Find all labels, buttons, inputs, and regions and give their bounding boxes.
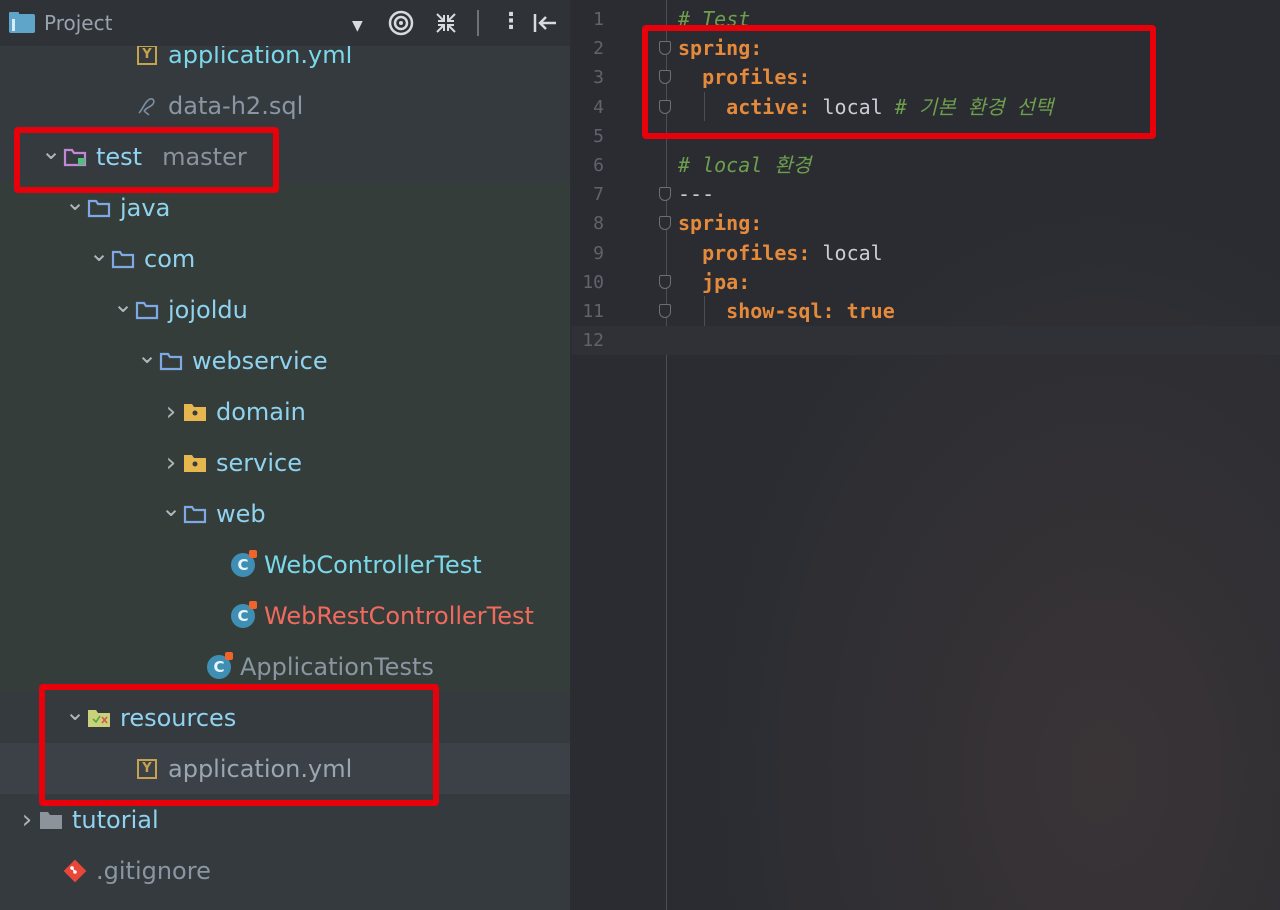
line-number: 11: [582, 301, 604, 322]
tree-item[interactable]: › service: [0, 437, 570, 488]
tree-item-label: data-h2.sql: [168, 91, 304, 120]
line-number: 5: [593, 126, 604, 147]
tree-item[interactable]: ⌄ com: [0, 233, 570, 284]
folder-icon: [134, 298, 160, 322]
code-text: jpa:: [678, 268, 750, 297]
code-token: ---: [678, 182, 715, 206]
code-line: 10 jpa:: [572, 268, 1280, 297]
project-toolbar: Project ▼ ⋮: [0, 0, 570, 46]
code-line: 11 show-sql: true: [572, 297, 1280, 326]
tree-item[interactable]: .gitignore: [0, 845, 570, 896]
chevron-right-icon[interactable]: ›: [160, 448, 182, 478]
code-token: true: [834, 299, 895, 323]
gray-folder-icon: [38, 808, 64, 832]
tree-item-label: WebRestControllerTest: [264, 601, 534, 630]
tree-item[interactable]: C WebRestControllerTest: [0, 590, 570, 641]
tree-item-label: java: [120, 193, 171, 222]
tree-item-label: WebControllerTest: [264, 550, 482, 579]
code-line: 8 spring:: [572, 209, 1280, 238]
code-text: profiles: local: [678, 239, 883, 268]
git-icon: [62, 859, 88, 883]
class-icon: C: [230, 600, 257, 628]
code-line: 9 profiles: local: [572, 239, 1280, 268]
tree-item-label: com: [144, 244, 196, 273]
chevron-down-icon[interactable]: ⌄: [160, 494, 182, 522]
code-token: show-sql:: [678, 299, 835, 323]
code-token: spring:: [678, 211, 763, 235]
line-number: 3: [593, 67, 604, 88]
yaml-file-icon: Y: [134, 43, 160, 67]
code-line: 6 # local 환경: [572, 151, 1280, 180]
fold-marker-icon[interactable]: [659, 216, 671, 230]
tree-item-label: .gitignore: [96, 856, 211, 885]
folder-icon: [158, 349, 184, 373]
chevron-down-icon[interactable]: ⌄: [88, 239, 110, 267]
tree-item[interactable]: data-h2.sql: [0, 80, 570, 131]
project-panel: Project ▼ ⋮ Yapplication.yml data-h2.sql ⌄…: [0, 0, 570, 910]
code-token: profiles:: [678, 241, 811, 265]
code-line: 12: [572, 326, 1280, 355]
line-number: 6: [593, 155, 604, 176]
target-icon[interactable]: [388, 10, 414, 36]
sql-file-icon: [134, 94, 160, 118]
package-folder-icon: [182, 451, 208, 475]
tree-item-label: web: [216, 499, 266, 528]
line-number: 8: [593, 213, 604, 234]
code-text: ---: [678, 180, 714, 209]
chevron-down-icon[interactable]: ⌄: [112, 290, 134, 318]
code-line: 7 ---: [572, 180, 1280, 209]
toolbar-divider: [477, 10, 479, 36]
code-editor[interactable]: 1 # Test 2 spring: 3 profiles: 4 active: loca…: [572, 0, 1280, 910]
project-view-icon[interactable]: [8, 11, 36, 35]
code-token: # local 환경: [678, 153, 812, 177]
code-text: spring:: [678, 209, 762, 238]
tree-item-label: webservice: [192, 346, 328, 375]
tree-item-label: tutorial: [72, 805, 159, 834]
collapse-icon[interactable]: [434, 11, 458, 35]
dropdown-icon[interactable]: ▼: [352, 15, 363, 37]
fold-marker-icon[interactable]: [659, 275, 671, 289]
more-icon[interactable]: ⋮: [500, 11, 522, 33]
tree-item-label: ApplicationTests: [240, 652, 434, 681]
tree-item[interactable]: › domain: [0, 386, 570, 437]
package-folder-icon: [182, 400, 208, 424]
folder-icon: [182, 502, 208, 526]
chevron-right-icon[interactable]: ›: [160, 397, 182, 427]
code-token: jpa:: [678, 270, 751, 294]
tree-item-label: jojoldu: [168, 295, 248, 324]
line-number: 4: [593, 97, 604, 118]
line-number: 7: [593, 184, 604, 205]
tree-item[interactable]: C WebControllerTest: [0, 539, 570, 590]
chevron-down-icon[interactable]: ⌄: [136, 341, 158, 369]
line-number: 2: [593, 38, 604, 59]
highlight-box-test-folder: [14, 127, 279, 193]
fold-marker-icon[interactable]: [659, 187, 671, 201]
chevron-right-icon[interactable]: ›: [16, 805, 38, 835]
folder-icon: [110, 247, 136, 271]
highlight-box-profile: [642, 25, 1156, 139]
code-text: # local 환경: [678, 151, 811, 180]
line-number: 10: [582, 272, 604, 293]
fold-marker-icon[interactable]: [659, 304, 671, 318]
tree-item[interactable]: ⌄ web: [0, 488, 570, 539]
class-icon: C: [206, 651, 233, 679]
tree-item[interactable]: ⌄ webservice: [0, 335, 570, 386]
tree-item-label: domain: [216, 397, 306, 426]
hide-panel-icon[interactable]: [532, 12, 558, 34]
line-number: 12: [582, 330, 604, 351]
class-icon: C: [230, 549, 257, 577]
project-panel-title: Project: [44, 11, 113, 35]
line-number: 9: [593, 243, 604, 264]
line-number: 1: [593, 9, 604, 30]
folder-icon: [86, 196, 112, 220]
highlight-box-resources: [39, 684, 439, 806]
tree-item-label: service: [216, 448, 302, 477]
code-text: show-sql: true: [678, 297, 895, 326]
tree-item[interactable]: ⌄ jojoldu: [0, 284, 570, 335]
code-token: local: [810, 241, 883, 265]
